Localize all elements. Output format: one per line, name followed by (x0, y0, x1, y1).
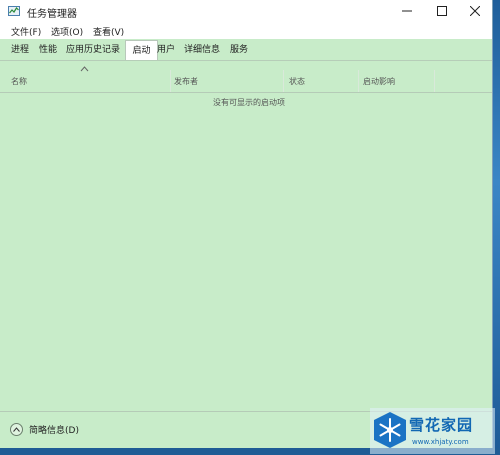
sort-ascending-icon (80, 66, 89, 72)
menu-file[interactable]: 文件(F) (11, 25, 41, 38)
menu-options[interactable]: 选项(O) (51, 25, 83, 38)
maximize-button[interactable] (425, 0, 459, 22)
tab-details[interactable]: 详细信息 (182, 42, 222, 58)
watermark-text: 雪花家园 (409, 416, 474, 434)
table-header: 名称 发布者 状态 启动影响 (0, 61, 492, 93)
tab-bar: 进程 性能 应用历史记录 启动 用户 详细信息 服务 (0, 39, 492, 61)
task-manager-window: 任务管理器 文件(F) 选项(O) 查看(V) 进程 性能 应用历史记录 启动 … (0, 0, 493, 448)
tab-performance[interactable]: 性能 (37, 42, 59, 58)
column-publisher[interactable]: 发布者 (174, 76, 198, 87)
empty-list-message: 没有可显示的启动项 (213, 98, 285, 107)
tab-startup[interactable]: 启动 (125, 40, 158, 60)
desktop-background (492, 0, 500, 455)
minimize-button[interactable] (390, 0, 424, 22)
menu-bar: 文件(F) 选项(O) 查看(V) (0, 22, 492, 39)
window-title: 任务管理器 (27, 9, 77, 20)
site-watermark: 雪花家园 www.xhjaty.com (370, 408, 495, 454)
fewer-details-label: 简略信息(D) (29, 426, 79, 436)
fewer-details-button[interactable]: 简略信息(D) (10, 423, 79, 436)
watermark-url: www.xhjaty.com (412, 438, 469, 446)
menu-view[interactable]: 查看(V) (93, 25, 124, 38)
minimize-icon (402, 10, 412, 12)
close-button[interactable] (458, 0, 492, 22)
title-bar[interactable]: 任务管理器 (0, 0, 492, 22)
column-name[interactable]: 名称 (11, 76, 27, 87)
snowflake-logo-icon (374, 412, 406, 448)
column-divider[interactable] (283, 70, 284, 92)
column-divider[interactable] (170, 70, 171, 92)
task-manager-icon (8, 6, 20, 16)
column-divider[interactable] (434, 70, 435, 92)
column-status[interactable]: 状态 (289, 76, 305, 87)
close-icon (470, 6, 480, 16)
tab-users[interactable]: 用户 (155, 42, 177, 58)
maximize-icon (437, 6, 447, 16)
tab-processes[interactable]: 进程 (9, 42, 31, 58)
chevron-up-circle-icon (10, 423, 23, 436)
tab-services[interactable]: 服务 (228, 42, 250, 58)
column-startup-impact[interactable]: 启动影响 (363, 76, 395, 87)
tab-app-history[interactable]: 应用历史记录 (64, 42, 122, 58)
column-divider[interactable] (358, 70, 359, 92)
